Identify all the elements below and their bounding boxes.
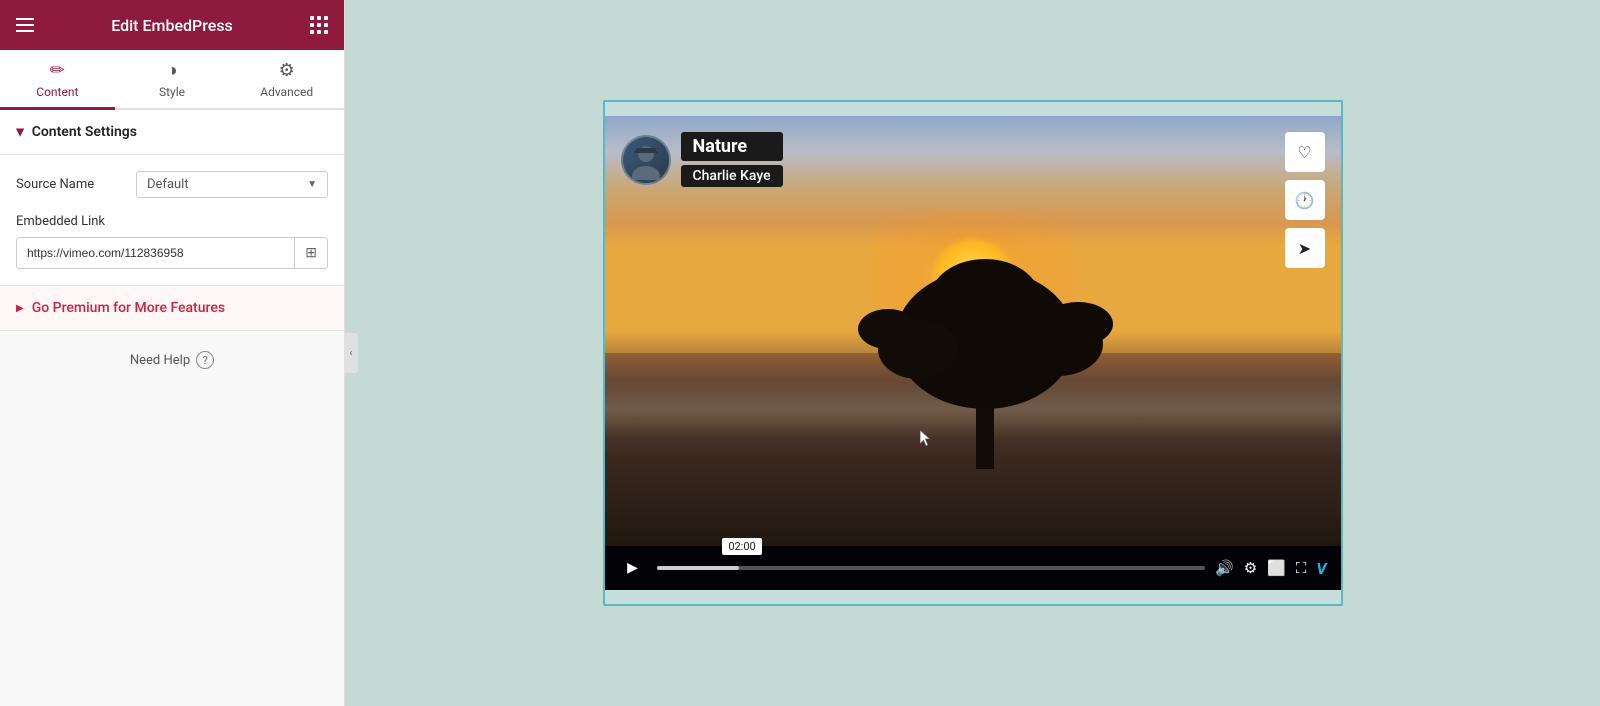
vimeo-logo: V xyxy=(1316,559,1326,578)
avatar xyxy=(621,135,671,185)
fullscreen-icon[interactable]: ⛶ xyxy=(1296,559,1307,577)
apps-icon[interactable] xyxy=(310,16,328,34)
need-help-section[interactable]: Need Help ? xyxy=(0,331,344,389)
tree-silhouette xyxy=(858,249,1118,469)
source-name-label: Source Name xyxy=(16,177,136,192)
video-player: Nature Charlie Kaye ♡ 🕐 ➤ ▶ 02:00 xyxy=(605,116,1341,590)
sidebar-content: ▶ Content Settings Source Name Default ▼… xyxy=(0,110,344,706)
source-name-value: Default xyxy=(147,177,189,192)
help-icon: ? xyxy=(196,351,214,369)
advanced-tab-icon: ⚙ xyxy=(279,60,295,81)
video-title-group: Nature Charlie Kaye xyxy=(681,132,783,187)
volume-icon[interactable]: 🔊 xyxy=(1215,559,1234,577)
control-icons: 🔊 ⚙ ⬜ ⛶ V xyxy=(1215,559,1326,578)
sidebar-collapse-button[interactable]: ‹ xyxy=(344,333,358,373)
embedded-link-group: Embedded Link ⊞ xyxy=(16,214,328,269)
tab-content-label: Content xyxy=(36,85,78,99)
video-widget: Nature Charlie Kaye ♡ 🕐 ➤ ▶ 02:00 xyxy=(603,100,1343,606)
sidebar-header: Edit EmbedPress xyxy=(0,0,344,50)
source-name-select[interactable]: Default ▼ xyxy=(136,171,328,198)
watchlater-button[interactable]: 🕐 xyxy=(1285,180,1325,220)
video-controls: ▶ 02:00 🔊 ⚙ ⬜ ⛶ V xyxy=(605,546,1341,590)
source-name-row: Source Name Default ▼ xyxy=(16,171,328,198)
database-icon[interactable]: ⊞ xyxy=(294,238,327,268)
sidebar-tabs: ✏ Content ◑ Style ⚙ Advanced xyxy=(0,50,344,110)
need-help-label: Need Help xyxy=(130,353,190,368)
tab-advanced-label: Advanced xyxy=(260,85,313,99)
progress-bar-wrapper[interactable]: 02:00 xyxy=(657,566,1206,570)
video-overlay-info: Nature Charlie Kaye xyxy=(621,132,783,187)
video-bottom-bar xyxy=(605,590,1341,604)
embedded-link-label: Embedded Link xyxy=(16,214,328,229)
tab-content[interactable]: ✏ Content xyxy=(0,50,115,110)
share-button[interactable]: ➤ xyxy=(1285,228,1325,268)
like-button[interactable]: ♡ xyxy=(1285,132,1325,172)
hamburger-icon[interactable] xyxy=(16,18,34,32)
progress-bar xyxy=(657,566,1206,570)
cc-icon[interactable]: ⬜ xyxy=(1267,559,1286,577)
content-tab-icon: ✏ xyxy=(50,60,65,81)
sidebar: Edit EmbedPress ✏ Content ◑ Style ⚙ Adva… xyxy=(0,0,345,706)
url-input[interactable] xyxy=(17,239,294,267)
url-input-wrapper: ⊞ xyxy=(16,237,328,269)
play-button[interactable]: ▶ xyxy=(619,554,647,582)
tab-advanced[interactable]: ⚙ Advanced xyxy=(229,50,344,110)
content-settings-body: Source Name Default ▼ Embedded Link ⊞ xyxy=(0,155,344,286)
tab-style[interactable]: ◑ Style xyxy=(115,50,230,110)
premium-expand-icon: ▶ xyxy=(16,303,24,314)
premium-label: Go Premium for More Features xyxy=(32,300,225,316)
select-arrow-icon: ▼ xyxy=(307,179,317,190)
tab-style-label: Style xyxy=(159,85,185,99)
content-settings-header[interactable]: ▶ Content Settings xyxy=(0,110,344,155)
style-tab-icon: ◑ xyxy=(167,60,178,81)
video-top-bar xyxy=(605,102,1341,116)
canvas-area: Nature Charlie Kaye ♡ 🕐 ➤ ▶ 02:00 xyxy=(345,0,1600,706)
video-title: Nature xyxy=(681,132,783,161)
progress-fill xyxy=(657,566,739,570)
sidebar-title: Edit EmbedPress xyxy=(111,16,233,35)
settings-icon[interactable]: ⚙ xyxy=(1244,559,1257,577)
content-settings-title: Content Settings xyxy=(32,124,137,140)
avatar-image xyxy=(626,140,666,180)
video-author: Charlie Kaye xyxy=(681,165,783,187)
video-actions: ♡ 🕐 ➤ xyxy=(1285,132,1325,268)
section-expand-icon: ▶ xyxy=(14,128,25,136)
video-scene: Nature Charlie Kaye ♡ 🕐 ➤ xyxy=(605,116,1341,546)
premium-section[interactable]: ▶ Go Premium for More Features xyxy=(0,286,344,331)
time-tooltip: 02:00 xyxy=(722,538,761,555)
